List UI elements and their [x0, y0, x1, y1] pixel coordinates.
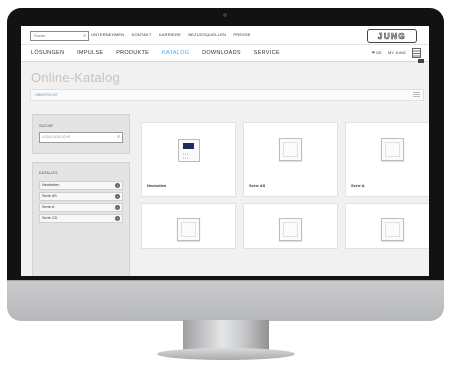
monitor-stand-base	[157, 348, 295, 360]
jung-logo[interactable]: JUNG	[367, 29, 417, 43]
breadcrumb[interactable]: ÜBERSICHT	[35, 91, 58, 99]
room-controller-image: ••• •••	[178, 139, 200, 162]
catalog-item-neuheiten[interactable]: Neuheiten ›	[39, 181, 123, 190]
site-search-input[interactable]: Suche ⌕	[30, 31, 89, 41]
product-card-label: Serie AS	[249, 183, 266, 188]
nav-item-loesungen[interactable]: LÖSUNGEN	[31, 50, 64, 56]
main-nav: LÖSUNGEN IMPULSE PRODUKTE KATALOG DOWNLO…	[21, 44, 429, 62]
product-card-label: Serie A	[351, 183, 365, 188]
info-icon[interactable]: ›	[115, 183, 120, 188]
utility-links: UNTERNEHMEN KONTAKT KARRIERE BEZUGSQUELL…	[91, 31, 257, 39]
flag-icon[interactable]: ⚑	[372, 50, 376, 55]
search-icon[interactable]: ⌕	[83, 32, 86, 40]
util-link-presse[interactable]: PRESSE	[233, 32, 250, 37]
catalog-item-serie-a[interactable]: Serie A ›	[39, 203, 123, 212]
keypad: ••• •••	[183, 152, 190, 160]
util-link-karriere[interactable]: KARRIERE	[159, 32, 181, 37]
sidebar-search-label: SUCHE	[39, 123, 54, 128]
catalog-item-label: Serie CD	[42, 216, 58, 220]
language-selector[interactable]: DE	[376, 50, 382, 55]
catalog-item-label: Neuheiten	[42, 183, 60, 187]
search-icon[interactable]: ⌕	[117, 133, 120, 142]
product-card-neuheiten[interactable]: ••• ••• Neuheiten	[141, 122, 236, 197]
menu-icon[interactable]	[412, 48, 421, 58]
site-search-placeholder: Suche	[34, 33, 46, 38]
nav-item-impulse[interactable]: IMPULSE	[77, 50, 103, 56]
catalog-search-placeholder: KATALOGSUCHE	[42, 135, 71, 139]
sidebar-search-panel: SUCHE KATALOGSUCHE ⌕	[32, 114, 130, 154]
account-link[interactable]: MY JUNG	[388, 50, 406, 55]
nav-item-katalog[interactable]: KATALOG	[162, 50, 189, 56]
product-card-label: Neuheiten	[147, 183, 167, 188]
sidebar-catalog-panel: KATALOG Neuheiten › Serie AS › Serie A ›…	[32, 162, 130, 276]
display-screen	[183, 143, 194, 149]
switch-image	[381, 218, 404, 241]
screen: Suche ⌕ UNTERNEHMEN KONTAKT KARRIERE BEZ…	[21, 26, 429, 276]
info-icon[interactable]: ›	[115, 205, 120, 210]
product-card[interactable]	[243, 203, 338, 249]
switch-image	[177, 218, 200, 241]
product-card-serie-as[interactable]: Serie AS	[243, 122, 338, 197]
product-card[interactable]	[141, 203, 236, 249]
util-link-bezugsquellen[interactable]: BEZUGSQUELLEN	[188, 32, 226, 37]
info-icon[interactable]: ›	[115, 194, 120, 199]
monitor: Suche ⌕ UNTERNEHMEN KONTAKT KARRIERE BEZ…	[7, 8, 444, 360]
switch-image	[381, 138, 404, 161]
catalog-item-label: Serie AS	[42, 194, 57, 198]
page-title: Online-Katalog	[31, 70, 120, 85]
camera-icon	[223, 13, 227, 17]
utility-bar: Suche ⌕ UNTERNEHMEN KONTAKT KARRIERE BEZ…	[21, 26, 429, 44]
nav-item-produkte[interactable]: PRODUKTE	[116, 50, 149, 56]
list-view-icon[interactable]	[413, 92, 420, 97]
nav-right: ⚑DE MY JUNG	[367, 48, 421, 58]
catalog-item-serie-cd[interactable]: Serie CD ›	[39, 214, 123, 223]
switch-image	[279, 138, 302, 161]
nav-items: LÖSUNGEN IMPULSE PRODUKTE KATALOG DOWNLO…	[31, 49, 291, 57]
product-card-serie-a[interactable]: Serie A	[345, 122, 429, 197]
catalog-item-serie-as[interactable]: Serie AS ›	[39, 192, 123, 201]
catalog-search-input[interactable]: KATALOGSUCHE ⌕	[39, 132, 123, 143]
nav-item-downloads[interactable]: DOWNLOADS	[202, 50, 241, 56]
catalog-item-label: Serie A	[42, 205, 55, 209]
breadcrumb-bar: ÜBERSICHT	[30, 89, 424, 101]
info-icon[interactable]: ›	[115, 216, 120, 221]
util-link-unternehmen[interactable]: UNTERNEHMEN	[91, 32, 124, 37]
product-card[interactable]	[345, 203, 429, 249]
nav-item-service[interactable]: SERVICE	[254, 50, 280, 56]
util-link-kontakt[interactable]: KONTAKT	[132, 32, 152, 37]
monitor-bezel: Suche ⌕ UNTERNEHMEN KONTAKT KARRIERE BEZ…	[7, 8, 444, 280]
sidebar-catalog-label: KATALOG	[39, 170, 58, 175]
scroll-indicator	[418, 59, 424, 63]
switch-image	[279, 218, 302, 241]
monitor-chin	[7, 280, 444, 321]
